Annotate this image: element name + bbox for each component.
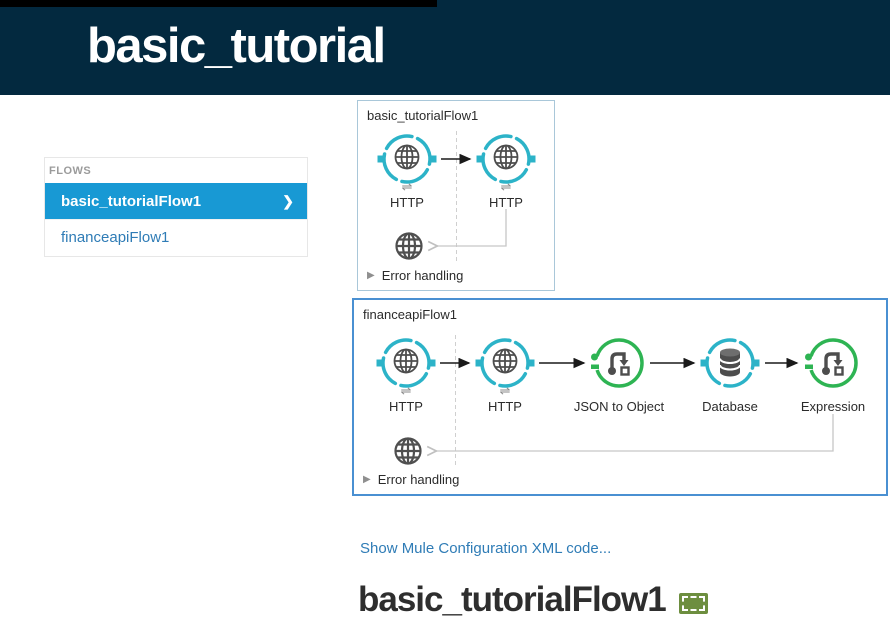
flow-node-expression[interactable]: Expression (803, 335, 863, 397)
error-globe-icon (392, 229, 426, 263)
flow-node-label: HTTP (488, 399, 522, 414)
flow-connectors (358, 101, 554, 290)
database-icon (700, 335, 760, 397)
http-connector-icon: ⇌ (377, 131, 437, 193)
flow-diagram-basic-tutorialflow1[interactable]: basic_tutorialFlow1 ⇌ HTTP (357, 100, 555, 291)
show-xml-code-link[interactable]: Show Mule Configuration XML code... (360, 540, 611, 557)
flow-node-http[interactable]: ⇌ HTTP (475, 335, 535, 397)
flow-diagram-financeapiflow1[interactable]: financeapiFlow1 ⇌ HTTP (352, 298, 888, 496)
error-globe-icon (391, 434, 425, 468)
flow-node-label: JSON to Object (574, 399, 664, 414)
sidebar-item-financeapiflow1[interactable]: financeapiFlow1 (45, 219, 307, 256)
app-header: basic_tutorial (0, 0, 890, 95)
flow-node-label: Expression (801, 399, 865, 414)
expression-transformer-icon (803, 335, 863, 397)
transformer-icon (589, 335, 649, 397)
flow-node-database[interactable]: Database (700, 335, 760, 397)
flow-node-label: HTTP (390, 195, 424, 210)
http-connector-icon: ⇌ (475, 335, 535, 397)
flow-node-http[interactable]: ⇌ HTTP (377, 131, 437, 193)
flow-detail-heading: basic_tutorialFlow1 (358, 580, 708, 620)
sidebar-item-label: financeapiFlow1 (61, 229, 169, 246)
app-title: basic_tutorial (87, 18, 385, 74)
chevron-right-icon: ❯ (282, 193, 294, 210)
http-connector-icon: ⇌ (376, 335, 436, 397)
http-connector-icon: ⇌ (476, 131, 536, 193)
sidebar-item-label: basic_tutorialFlow1 (61, 193, 201, 210)
flows-section-label: FLOWS (45, 158, 307, 183)
flow-node-label: HTTP (489, 195, 523, 210)
flow-scope-icon (679, 593, 708, 614)
top-black-strip (0, 0, 437, 7)
flow-node-label: HTTP (389, 399, 423, 414)
flow-detail-title: basic_tutorialFlow1 (358, 580, 666, 620)
flow-node-json-to-object[interactable]: JSON to Object (589, 335, 649, 397)
exchange-icon: ⇌ (501, 179, 512, 193)
exchange-icon: ⇌ (500, 383, 511, 397)
flow-node-label: Database (702, 399, 758, 414)
exchange-icon: ⇌ (402, 179, 413, 193)
flow-node-http[interactable]: ⇌ HTTP (476, 131, 536, 193)
sidebar-item-basic-tutorialflow1[interactable]: basic_tutorialFlow1 ❯ (45, 183, 307, 219)
flows-sidebar: FLOWS basic_tutorialFlow1 ❯ financeapiFl… (44, 157, 308, 257)
exchange-icon: ⇌ (401, 383, 412, 397)
flow-node-http[interactable]: ⇌ HTTP (376, 335, 436, 397)
